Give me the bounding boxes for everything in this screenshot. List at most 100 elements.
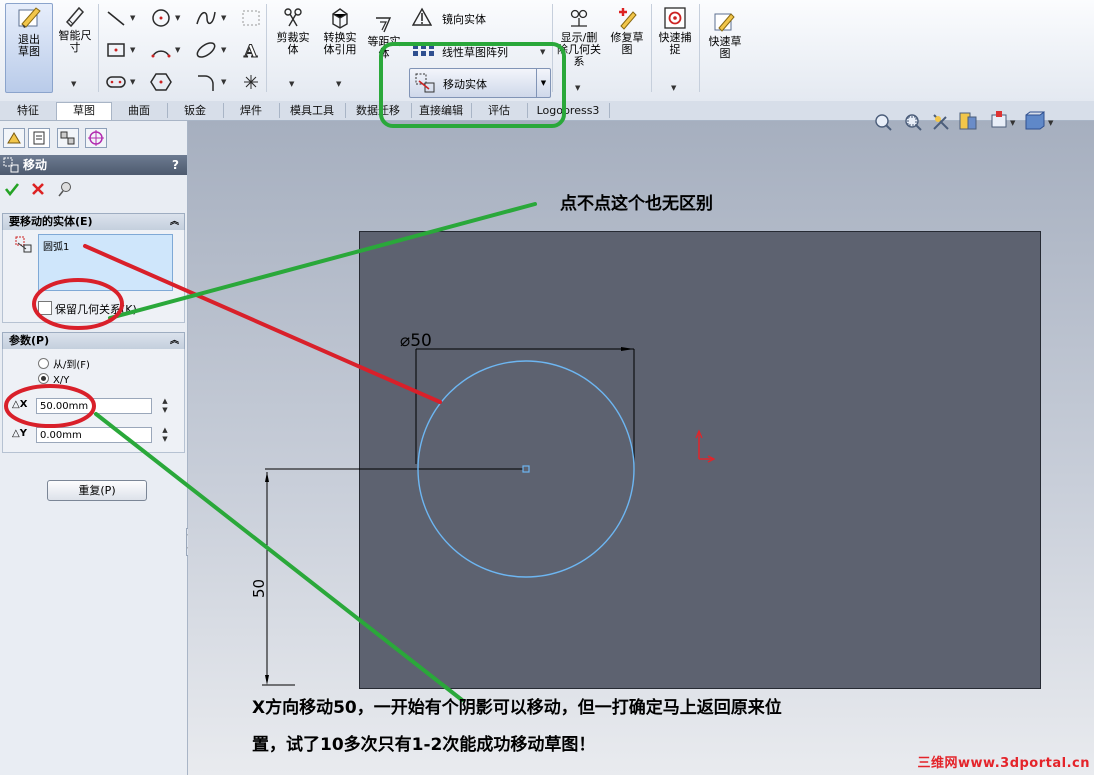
rapid-sketch-button[interactable]: 快速草图 — [703, 10, 747, 60]
tab-weldments[interactable]: 焊件 — [223, 103, 280, 118]
relations-dropdown-icon[interactable]: ▼ — [575, 82, 580, 94]
collapse-chevron-icon[interactable]: ︽ — [170, 214, 179, 230]
property-manager-tab-icon[interactable] — [28, 128, 50, 148]
polygon-tool-icon[interactable] — [150, 72, 172, 92]
sketch-plane[interactable] — [359, 231, 1041, 689]
spline-tool-icon[interactable] — [195, 8, 217, 28]
arc-tool-icon[interactable] — [150, 40, 172, 60]
line-dropdown-icon[interactable]: ▼ — [130, 14, 135, 22]
delta-y-input[interactable]: 0.00mm — [36, 427, 152, 443]
help-button[interactable]: ? — [172, 155, 179, 175]
smart-dimension-label: 智能尺寸 — [58, 29, 92, 54]
quick-snap-dropdown-icon[interactable]: ▼ — [671, 82, 676, 94]
line-tool-icon[interactable] — [105, 8, 127, 28]
from-to-option[interactable]: 从/到(F) — [38, 356, 90, 371]
delta-x-spinner-icon[interactable]: ▲ ▼ — [158, 397, 172, 415]
trim-dropdown-icon[interactable]: ▼ — [289, 78, 294, 90]
manager-tabs — [0, 125, 187, 149]
view-orientation-icon[interactable] — [991, 111, 1007, 128]
convert-dropdown-icon[interactable]: ▼ — [336, 78, 341, 90]
property-manager: 移动 ? 要移动的实体(E) ︽ 圆弧1 保留几何关系(K) 参数(P) ︽ 从… — [0, 121, 194, 775]
quick-snap-button[interactable]: 快速捕捉 ▼ — [654, 6, 696, 92]
exit-sketch-label: 退出草图 — [18, 33, 40, 58]
heads-up-toolbar: ▼ ▼ — [875, 111, 1054, 131]
trim-entities-button[interactable]: 剪裁实体 ▼ — [272, 6, 314, 88]
rectangle-tool-icon[interactable] — [105, 40, 127, 60]
fillet-tool-icon[interactable] — [195, 72, 217, 92]
tab-sheet-metal[interactable]: 钣金 — [167, 103, 224, 118]
circle-dropdown-icon[interactable]: ▼ — [175, 14, 180, 22]
ellipse-tool-icon[interactable] — [195, 40, 217, 60]
tab-direct-editing[interactable]: 直接编辑 — [411, 103, 472, 118]
delta-icon: △ — [12, 399, 20, 410]
command-manager: 退出草图 智能尺寸 ▼ ▼ ▼ ▼ ▼ ▼ ▼ A ▼ ▼ 剪裁实体 ▼ 转换实… — [0, 0, 1094, 102]
previous-view-icon[interactable] — [933, 114, 949, 130]
zoom-to-fit-icon[interactable] — [875, 114, 892, 131]
xy-label: X/Y — [53, 375, 70, 386]
smart-dimension-dropdown-icon[interactable]: ▼ — [71, 78, 76, 90]
tab-data-migration[interactable]: 数据迁移 — [345, 103, 412, 118]
parameters-header[interactable]: 参数(P) ︽ — [2, 332, 185, 350]
convert-label: 转换实体引用 — [323, 31, 357, 56]
ribbon-separator — [552, 4, 553, 92]
exit-sketch-button[interactable]: 退出草图 — [5, 3, 53, 93]
zoom-area-icon[interactable] — [905, 114, 922, 131]
collapse-chevron-icon[interactable]: ︽ — [170, 333, 179, 349]
delta-x-input[interactable]: 50.00mm — [36, 398, 152, 414]
smart-dimension-icon — [65, 6, 85, 28]
ok-check-icon[interactable] — [4, 181, 20, 197]
entities-to-move-header[interactable]: 要移动的实体(E) ︽ — [2, 213, 185, 231]
linear-pattern-icon — [413, 44, 434, 56]
move-entities-label: 移动实体 — [443, 78, 487, 91]
ribbon-separator — [699, 4, 700, 92]
tab-sketch[interactable]: 草图 — [56, 102, 112, 120]
move-entities-button[interactable]: 移动实体 ▼ — [409, 68, 551, 98]
feature-manager-tab-icon[interactable] — [3, 128, 25, 148]
show-delete-relations-button[interactable]: 显示/删除几何关系 ▼ — [556, 6, 602, 92]
entity-list-item[interactable]: 圆弧1 — [43, 238, 69, 253]
ellipse-dropdown-icon[interactable]: ▼ — [221, 46, 226, 54]
slot-dropdown-icon[interactable]: ▼ — [130, 78, 135, 86]
fillet-dropdown-icon[interactable]: ▼ — [221, 78, 226, 86]
svg-text:▼: ▼ — [1048, 119, 1054, 127]
parameters-title: 参数(P) — [9, 334, 50, 347]
from-to-radio[interactable] — [38, 358, 49, 369]
smart-dimension-button[interactable]: 智能尺寸 ▼ — [55, 4, 95, 88]
tab-surfaces[interactable]: 曲面 — [111, 103, 168, 118]
delta-y-spinner-icon[interactable]: ▲ ▼ — [158, 426, 172, 444]
section-view-icon[interactable] — [959, 112, 977, 130]
configuration-manager-tab-icon[interactable] — [57, 128, 79, 148]
cancel-x-icon[interactable] — [30, 181, 46, 197]
dimxpert-manager-tab-icon[interactable] — [85, 128, 107, 148]
delta-y-axis: Y — [19, 428, 27, 439]
repeat-button[interactable]: 重复(P) — [47, 480, 147, 501]
spline-dropdown-icon[interactable]: ▼ — [221, 14, 226, 22]
display-style-icon[interactable] — [1025, 111, 1045, 130]
text-tool-icon[interactable]: A — [240, 40, 262, 61]
repair-sketch-button[interactable]: 修复草图 — [606, 6, 648, 56]
entities-selection-box[interactable]: 圆弧1 — [38, 234, 173, 291]
tab-logopress3[interactable]: Logopress3 — [527, 103, 610, 118]
tab-evaluate[interactable]: 评估 — [471, 103, 528, 118]
convert-entities-button[interactable]: 转换实体引用 ▼ — [318, 6, 362, 88]
tab-mold-tools[interactable]: 模具工具 — [279, 103, 346, 118]
offset-entities-button[interactable]: 等距实体 — [364, 12, 404, 72]
circle-tool-icon[interactable] — [150, 8, 172, 28]
mirror-entities-button[interactable]: 镜向实体 — [412, 7, 542, 29]
pushpin-icon[interactable] — [56, 180, 74, 198]
construction-geometry-icon[interactable] — [240, 8, 262, 28]
rectangle-dropdown-icon[interactable]: ▼ — [130, 46, 135, 54]
xy-option[interactable]: X/Y — [38, 373, 69, 386]
arc-dropdown-icon[interactable]: ▼ — [175, 46, 180, 54]
linear-pattern-dropdown-icon[interactable]: ▼ — [540, 48, 545, 56]
graphics-area[interactable]: ▼ ▼ — [188, 111, 1094, 775]
tab-features[interactable]: 特征 — [0, 103, 57, 118]
point-tool-icon[interactable] — [240, 72, 262, 92]
xy-radio[interactable] — [38, 373, 49, 384]
quick-snap-icon — [664, 7, 686, 29]
move-entities-dropdown-icon[interactable]: ▼ — [536, 69, 550, 97]
annotation-top: 点不点这个也无区别 — [560, 194, 713, 214]
slot-tool-icon[interactable] — [105, 72, 127, 92]
linear-pattern-button[interactable]: 线性草图阵列 ▼ — [412, 40, 548, 62]
keep-relations-checkbox[interactable] — [38, 301, 52, 315]
